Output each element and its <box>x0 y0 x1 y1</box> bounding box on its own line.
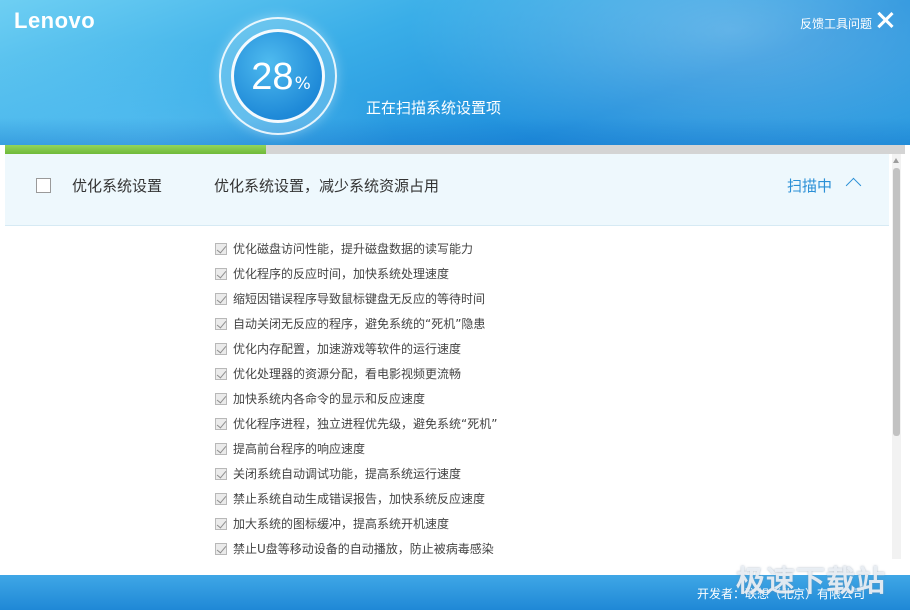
item-checkbox[interactable] <box>215 242 227 255</box>
item-checkbox[interactable] <box>215 392 227 405</box>
item-label: 优化程序进程，独立进程优先级，避免系统“死机” <box>233 417 498 431</box>
optimization-item[interactable]: 优化内存配置，加速游戏等软件的运行速度 <box>215 336 497 361</box>
item-checkbox[interactable] <box>215 417 227 430</box>
item-checkbox[interactable] <box>215 542 227 555</box>
scroll-up-arrow-icon[interactable] <box>893 158 899 163</box>
item-checkbox[interactable] <box>215 367 227 380</box>
section-status[interactable]: 扫描中 <box>787 175 832 196</box>
item-label: 禁止系统自动生成错误报告，加快系统反应速度 <box>233 492 486 506</box>
optimization-item[interactable]: 禁止U盘等移动设备的自动播放，防止被病毒感染 <box>215 536 497 561</box>
item-checkbox[interactable] <box>215 517 227 530</box>
optimization-item[interactable]: 关闭系统自动调试功能，提高系统运行速度 <box>215 461 497 486</box>
item-checkbox[interactable] <box>215 292 227 305</box>
optimization-item[interactable]: 优化程序进程，独立进程优先级，避免系统“死机” <box>215 411 497 436</box>
scan-status-text: 正在扫描系统设置项 <box>366 99 502 117</box>
item-label: 提高前台程序的响应速度 <box>233 442 366 456</box>
feedback-link[interactable]: 反馈工具问题 <box>800 15 872 32</box>
item-label: 关闭系统自动调试功能，提高系统运行速度 <box>233 467 462 481</box>
progress-number: 28 <box>251 56 294 98</box>
item-label: 加快系统内各命令的显示和反应速度 <box>233 392 426 406</box>
progress-ring: 28% <box>219 17 337 135</box>
item-label: 优化程序的反应时间，加快系统处理速度 <box>233 267 450 281</box>
optimization-item[interactable]: 优化程序的反应时间，加快系统处理速度 <box>215 261 497 286</box>
item-checkbox[interactable] <box>215 492 227 505</box>
site-watermark: 极速下载站 <box>736 564 887 598</box>
scan-progress-bar <box>5 145 905 154</box>
section-title: 优化系统设置 <box>72 177 163 195</box>
item-label: 优化磁盘访问性能，提升磁盘数据的读写能力 <box>233 242 474 256</box>
optimization-item[interactable]: 加快系统内各命令的显示和反应速度 <box>215 386 497 411</box>
optimization-list: 优化磁盘访问性能，提升磁盘数据的读写能力 优化程序的反应时间，加快系统处理速度缩短… <box>215 236 497 561</box>
optimization-item[interactable]: 自动关闭无反应的程序，避免系统的“死机”隐患 <box>215 311 497 336</box>
header-banner <box>0 0 910 145</box>
optimization-item[interactable]: 缩短因错误程序导致鼠标键盘无反应的等待时间 <box>215 286 497 311</box>
close-icon[interactable] <box>875 10 895 30</box>
item-label: 优化内存配置，加速游戏等软件的运行速度 <box>233 342 462 356</box>
item-checkbox[interactable] <box>215 442 227 455</box>
item-checkbox[interactable] <box>215 467 227 480</box>
item-checkbox[interactable] <box>215 342 227 355</box>
scan-progress-fill <box>5 145 266 154</box>
item-checkbox[interactable] <box>215 267 227 280</box>
item-label: 缩短因错误程序导致鼠标键盘无反应的等待时间 <box>233 292 486 306</box>
section-checkbox[interactable] <box>36 178 51 193</box>
optimization-item[interactable]: 优化处理器的资源分配，看电影视频更流畅 <box>215 361 497 386</box>
optimization-item[interactable]: 加大系统的图标缓冲，提高系统开机速度 <box>215 511 497 536</box>
item-checkbox[interactable] <box>215 317 227 330</box>
scroll-thumb[interactable] <box>893 168 900 436</box>
chevron-up-icon[interactable] <box>845 177 862 194</box>
percent-sign: % <box>294 74 311 94</box>
optimization-item[interactable]: 禁止系统自动生成错误报告，加快系统反应速度 <box>215 486 497 511</box>
item-label: 禁止U盘等移动设备的自动播放，防止被病毒感染 <box>233 542 494 556</box>
scrollbar[interactable] <box>892 154 901 559</box>
optimization-item[interactable]: 优化磁盘访问性能，提升磁盘数据的读写能力 <box>215 236 497 261</box>
item-label: 自动关闭无反应的程序，避免系统的“死机”隐患 <box>233 317 486 331</box>
item-label: 优化处理器的资源分配，看电影视频更流畅 <box>233 367 462 381</box>
section-description: 优化系统设置，减少系统资源占用 <box>214 177 440 195</box>
lenovo-logo: Lenovo <box>14 8 96 33</box>
section-header[interactable]: 优化系统设置 优化系统设置，减少系统资源占用 扫描中 <box>5 154 889 226</box>
progress-percent: 28% <box>234 56 328 99</box>
item-label: 加大系统的图标缓冲，提高系统开机速度 <box>233 517 450 531</box>
optimization-item[interactable]: 提高前台程序的响应速度 <box>215 436 497 461</box>
